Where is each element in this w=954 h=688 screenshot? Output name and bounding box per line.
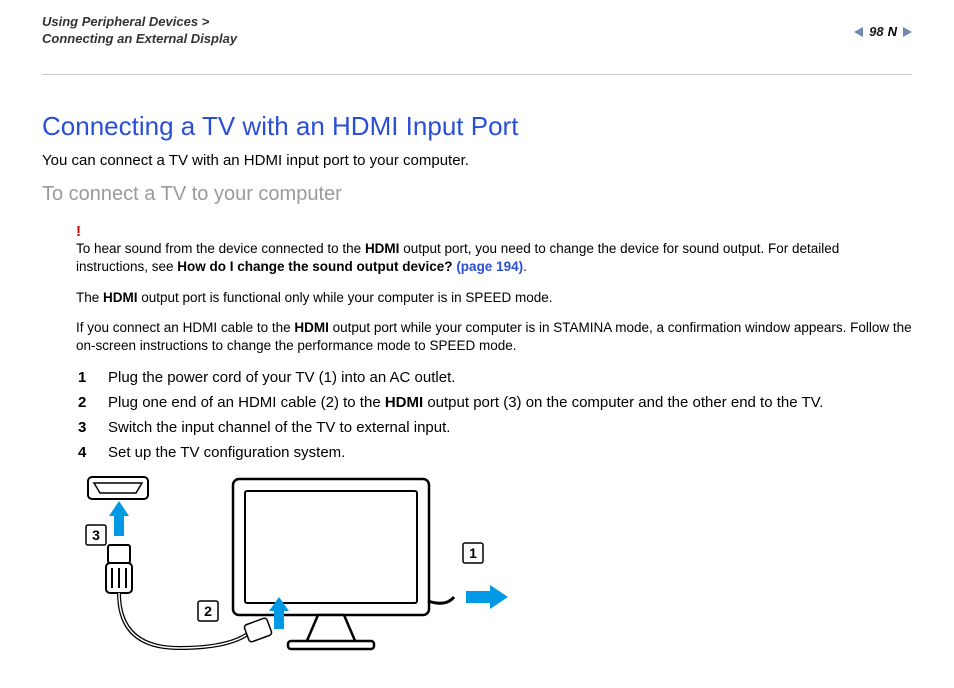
page-header: Using Peripheral Devices > Connecting an… xyxy=(42,0,912,75)
warning-icon: ! xyxy=(76,222,912,242)
step-4: 4 Set up the TV configuration system. xyxy=(42,444,912,461)
hdmi-cable xyxy=(119,593,249,648)
page-navigation: 98 N xyxy=(854,24,912,39)
note2-a: The xyxy=(76,290,103,305)
note1-hdmi: HDMI xyxy=(365,241,400,256)
step-num: 1 xyxy=(78,369,92,386)
steps-list: 1 Plug the power cord of your TV (1) int… xyxy=(42,369,912,461)
page: Using Peripheral Devices > Connecting an… xyxy=(0,0,954,674)
step-text: Plug one end of an HDMI cable (2) to the… xyxy=(108,394,823,411)
next-page-icon[interactable] xyxy=(903,27,912,37)
breadcrumb-line-1: Using Peripheral Devices > xyxy=(42,14,912,29)
note1-link-text[interactable]: How do I change the sound output device? xyxy=(177,259,456,274)
note2-c: output port is functional only while you… xyxy=(138,290,553,305)
callout-1-text: 1 xyxy=(469,545,477,561)
step-num: 4 xyxy=(78,444,92,461)
arrow-3 xyxy=(109,501,129,536)
hdmi-plug-icon xyxy=(106,545,132,593)
note-block-1: ! To hear sound from the device connecte… xyxy=(76,222,912,277)
intro-text: You can connect a TV with an HDMI input … xyxy=(42,152,912,169)
step-text: Set up the TV configuration system. xyxy=(108,444,345,461)
prev-page-icon[interactable] xyxy=(854,27,863,37)
step-1: 1 Plug the power cord of your TV (1) int… xyxy=(42,369,912,386)
step2-b: output port (3) on the computer and the … xyxy=(423,394,823,411)
step-2: 2 Plug one end of an HDMI cable (2) to t… xyxy=(42,394,912,411)
callout-2-text: 2 xyxy=(204,603,212,619)
step-3: 3 Switch the input channel of the TV to … xyxy=(42,419,912,436)
diagram-svg: 3 xyxy=(78,473,548,683)
note1-a: To hear sound from the device connected … xyxy=(76,241,365,256)
note1-d: . xyxy=(523,259,527,274)
n-label: N xyxy=(888,24,897,39)
note-block-3: If you connect an HDMI cable to the HDMI… xyxy=(76,319,912,355)
hdmi-plug-tv-icon xyxy=(244,618,273,643)
step-num: 3 xyxy=(78,419,92,436)
breadcrumb-line-2: Connecting an External Display xyxy=(42,31,912,46)
arrow-1 xyxy=(466,585,508,609)
note3-a: If you connect an HDMI cable to the xyxy=(76,320,294,335)
step-text: Plug the power cord of your TV (1) into … xyxy=(108,369,455,386)
connection-diagram: 3 xyxy=(78,473,912,688)
note3-hdmi: HDMI xyxy=(294,320,329,335)
step-text: Switch the input channel of the TV to ex… xyxy=(108,419,450,436)
callout-3: 3 xyxy=(86,525,106,545)
callout-2: 2 xyxy=(198,601,218,621)
step-num: 2 xyxy=(78,394,92,411)
step2-a: Plug one end of an HDMI cable (2) to the xyxy=(108,394,385,411)
page-title: Connecting a TV with an HDMI Input Port xyxy=(42,111,912,142)
page-content: Connecting a TV with an HDMI Input Port … xyxy=(42,75,912,688)
callout-1: 1 xyxy=(463,543,483,563)
callout-3-text: 3 xyxy=(92,527,100,543)
power-cord xyxy=(428,597,454,603)
note1-link-page[interactable]: (page 194) xyxy=(456,259,523,274)
note2-hdmi: HDMI xyxy=(103,290,138,305)
step2-bold: HDMI xyxy=(385,394,423,411)
hdmi-port-icon xyxy=(88,477,148,499)
subheading: To connect a TV to your computer xyxy=(42,183,912,206)
page-number: 98 xyxy=(869,24,883,39)
note-block-2: The HDMI output port is functional only … xyxy=(76,289,912,307)
